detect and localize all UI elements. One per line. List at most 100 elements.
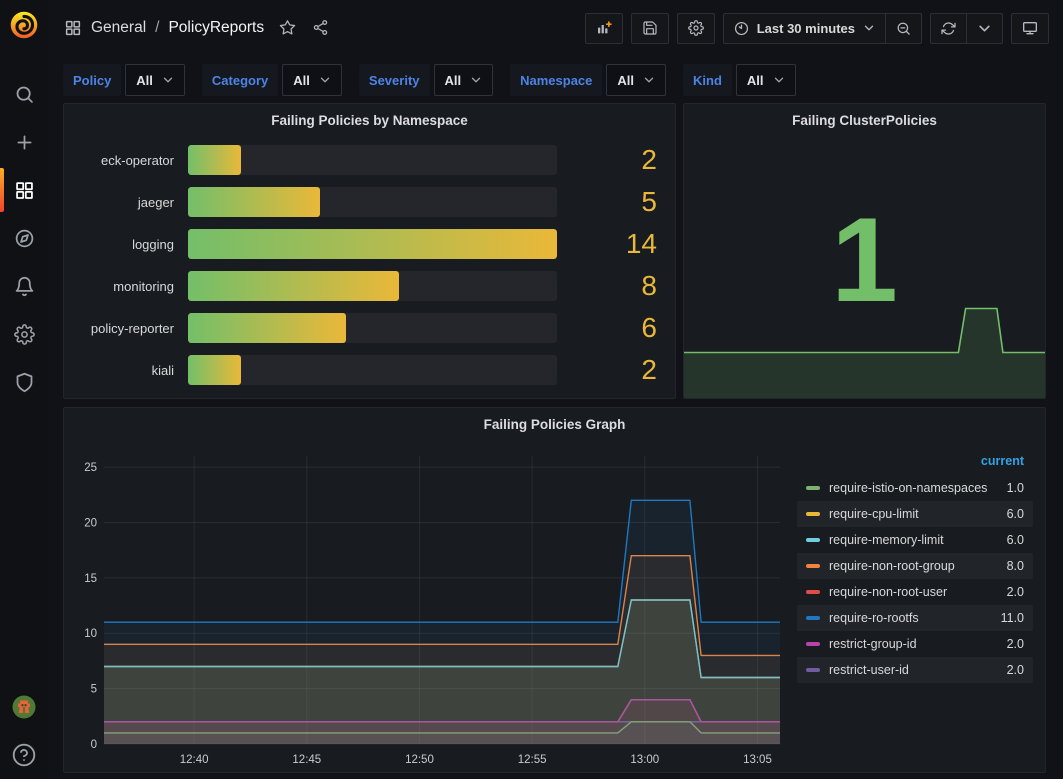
active-indicator [0, 168, 4, 212]
y-axis-tick: 15 [84, 573, 97, 585]
legend-swatch [806, 512, 820, 516]
legend-swatch [806, 486, 820, 490]
breadcrumb-title[interactable]: PolicyReports [168, 19, 264, 37]
sidebar-item-help-circle[interactable] [0, 731, 48, 779]
graph-legend: current require-istio-on-namespaces1.0re… [797, 454, 1033, 683]
sidebar-item-compass[interactable] [0, 214, 48, 262]
chevron-down-icon [319, 74, 331, 86]
bar-value: 8 [571, 271, 657, 301]
sidebar-item-apps-grid[interactable] [0, 166, 48, 214]
stat-value: 1 [684, 200, 1045, 320]
time-range-picker[interactable]: Last 30 minutes [724, 14, 885, 43]
breadcrumb-folder[interactable]: General [91, 19, 146, 37]
bar-track [188, 187, 557, 217]
legend-current-header[interactable]: current [797, 454, 1033, 475]
cycle-view-mode-button[interactable] [1011, 13, 1049, 44]
legend-current-value: 2.0 [1007, 585, 1024, 599]
legend-current-value: 2.0 [1007, 637, 1024, 651]
save-icon [642, 20, 658, 36]
legend-current-value: 11.0 [1001, 611, 1024, 625]
legend-swatch [806, 642, 820, 646]
legend-series-name: restrict-group-id [829, 637, 1007, 651]
legend-row-require-non-root-group[interactable]: require-non-root-group8.0 [797, 553, 1033, 579]
help-circle-icon [11, 742, 37, 768]
filter-value-namespace[interactable]: All [606, 64, 666, 96]
filter-kind: KindAll [683, 64, 796, 96]
legend-current-value: 6.0 [1007, 507, 1024, 521]
bar-fill [188, 313, 346, 343]
bar-row-kiali: kiali2 [78, 355, 657, 385]
star-dashboard-button[interactable] [279, 19, 297, 37]
filter-selected-value: All [293, 73, 310, 88]
legend-current-value: 2.0 [1007, 663, 1024, 677]
filter-selected-value: All [445, 73, 462, 88]
legend-current-value: 6.0 [1007, 533, 1024, 547]
x-axis-tick: 13:00 [630, 754, 659, 766]
bar-value: 6 [571, 313, 657, 343]
bar-track [188, 271, 557, 301]
panel-title-failing-policies-graph[interactable]: Failing Policies Graph [64, 408, 1045, 436]
panel-title-failing-clusterpolicies[interactable]: Failing ClusterPolicies [684, 104, 1045, 132]
sidebar-item-search[interactable] [0, 70, 48, 118]
legend-row-require-istio-on-namespaces[interactable]: require-istio-on-namespaces1.0 [797, 475, 1033, 501]
sidebar-item-plus[interactable] [0, 118, 48, 166]
filter-value-severity[interactable]: All [434, 64, 494, 96]
refresh-icon [941, 21, 956, 36]
grafana-logo[interactable] [9, 10, 39, 40]
plus-icon [14, 132, 35, 153]
sidebar-item-avatar[interactable] [0, 683, 48, 731]
bar-track [188, 145, 557, 175]
filter-value-kind[interactable]: All [736, 64, 796, 96]
legend-swatch [806, 616, 820, 620]
top-bar: General / PolicyReports Last 30 minutes [48, 0, 1063, 56]
shield-icon [14, 372, 35, 393]
legend-row-require-memory-limit[interactable]: require-memory-limit6.0 [797, 527, 1033, 553]
legend-row-restrict-user-id[interactable]: restrict-user-id2.0 [797, 657, 1033, 683]
x-axis-tick: 12:40 [180, 754, 209, 766]
chevron-down-icon [773, 74, 785, 86]
panel-failing-policies-by-namespace: Failing Policies by Namespace eck-operat… [63, 103, 676, 399]
bar-fill [188, 229, 557, 259]
legend-swatch [806, 564, 820, 568]
refresh-button[interactable] [931, 14, 966, 43]
bar-track [188, 355, 557, 385]
legend-series-name: require-memory-limit [829, 533, 1007, 547]
panel-title-failing-policies-by-namespace[interactable]: Failing Policies by Namespace [64, 104, 675, 132]
bar-label: eck-operator [78, 153, 174, 168]
bar-row-monitoring: monitoring 8 [78, 271, 657, 301]
legend-row-require-cpu-limit[interactable]: require-cpu-limit6.0 [797, 501, 1033, 527]
filter-label-policy: Policy [63, 64, 121, 96]
zoom-out-button[interactable] [885, 14, 921, 43]
sidebar-item-shield[interactable] [0, 358, 48, 406]
legend-row-require-non-root-user[interactable]: require-non-root-user2.0 [797, 579, 1033, 605]
refresh-group [930, 13, 1003, 44]
sidebar-item-bell[interactable] [0, 262, 48, 310]
legend-row-restrict-group-id[interactable]: restrict-group-id2.0 [797, 631, 1033, 657]
filter-value-category[interactable]: All [282, 64, 342, 96]
refresh-interval-button[interactable] [966, 14, 1002, 43]
share-dashboard-button[interactable] [312, 19, 330, 37]
x-axis-tick: 12:55 [518, 754, 547, 766]
dashboard-settings-button[interactable] [677, 13, 715, 44]
bar-label: jaeger [78, 195, 174, 210]
legend-row-require-ro-rootfs[interactable]: require-ro-rootfs11.0 [797, 605, 1033, 631]
bar-label: policy-reporter [78, 321, 174, 336]
gear-icon [14, 324, 35, 345]
filter-value-policy[interactable]: All [125, 64, 185, 96]
save-dashboard-button[interactable] [631, 13, 669, 44]
chevron-down-icon [643, 74, 655, 86]
sidebar-item-gear[interactable] [0, 310, 48, 358]
y-axis-tick: 25 [84, 462, 97, 474]
time-series-chart[interactable]: 051015202512:4012:4512:5012:5513:0013:05 [72, 448, 784, 770]
time-range-group: Last 30 minutes [723, 13, 922, 44]
bar-track [188, 313, 557, 343]
bar-label: monitoring [78, 279, 174, 294]
time-range-label: Last 30 minutes [757, 21, 855, 36]
filter-label-severity: Severity [359, 64, 430, 96]
bar-row-eck-operator: eck-operator2 [78, 145, 657, 175]
filter-bar: PolicyAllCategoryAllSeverityAllNamespace… [48, 62, 1063, 98]
search-icon [14, 84, 35, 105]
bar-value: 14 [571, 229, 657, 259]
zoom-out-icon [896, 21, 911, 36]
add-panel-button[interactable] [585, 13, 623, 44]
